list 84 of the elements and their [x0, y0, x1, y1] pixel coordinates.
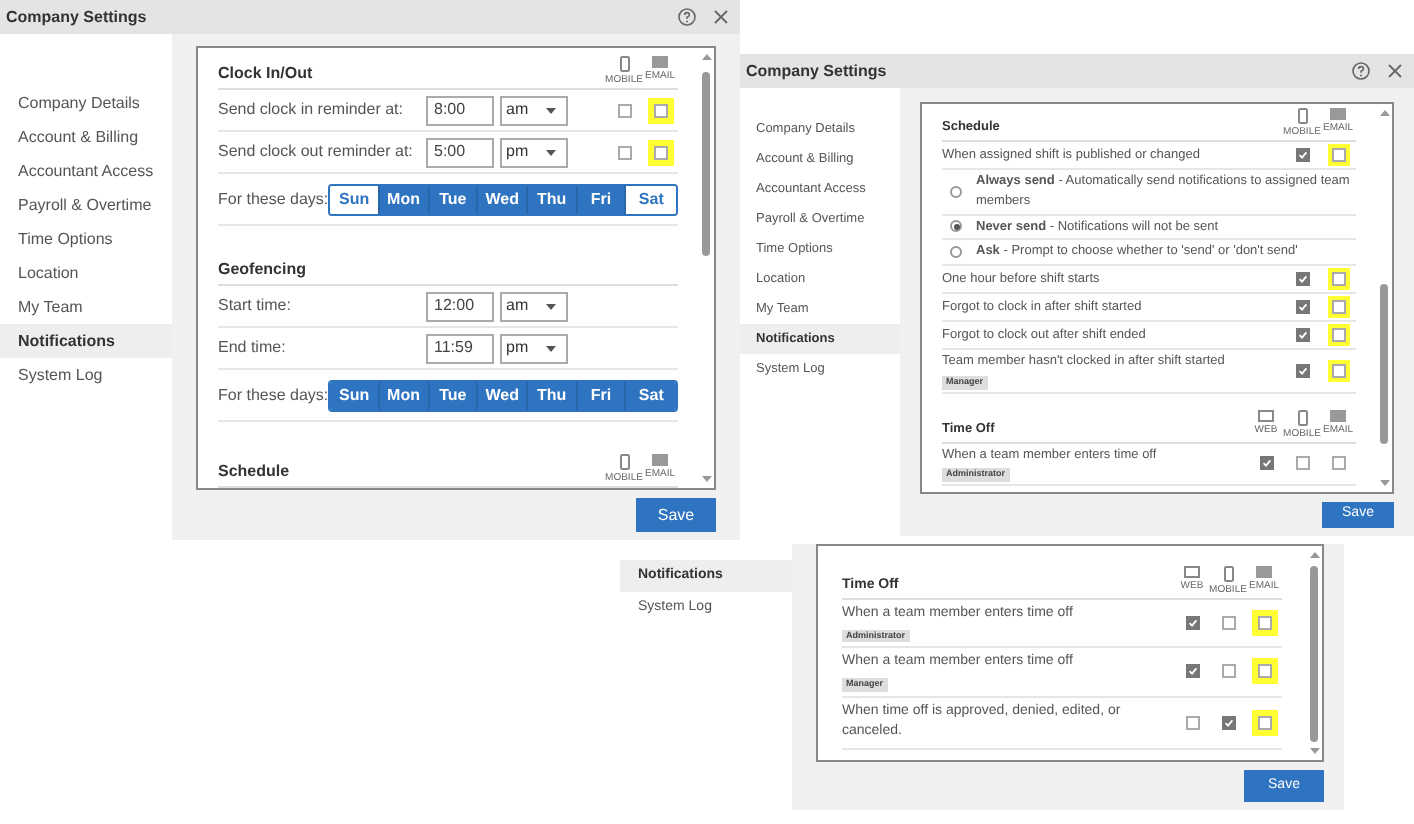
- checkbox[interactable]: [617, 145, 631, 159]
- time-input[interactable]: 8:00: [426, 95, 494, 125]
- scroll-up-icon[interactable]: [701, 54, 711, 60]
- caret-icon: [546, 107, 556, 113]
- checkbox[interactable]: [1221, 715, 1235, 729]
- day-toggle[interactable]: Thu: [527, 381, 578, 409]
- sidebar-item[interactable]: Payroll & Overtime: [0, 188, 172, 222]
- envelope-icon: [1330, 409, 1346, 421]
- day-toggle[interactable]: Wed: [478, 185, 528, 213]
- help-icon[interactable]: [678, 8, 696, 26]
- caret-icon: [546, 149, 556, 155]
- field-label: For these days:: [218, 383, 329, 407]
- field-label: Send clock out reminder at:: [218, 140, 415, 164]
- checkbox[interactable]: [617, 103, 631, 117]
- day-toggle[interactable]: Sun: [330, 381, 380, 409]
- day-toggle[interactable]: Fri: [577, 381, 627, 409]
- sidebar-item[interactable]: Time Options: [0, 222, 172, 256]
- day-toggle[interactable]: Tue: [429, 381, 479, 409]
- time-input[interactable]: 12:00: [426, 291, 494, 321]
- day-toggle[interactable]: Thu: [527, 185, 578, 213]
- scroll-down-icon[interactable]: [701, 476, 711, 482]
- sidebar-item[interactable]: System Log: [0, 358, 172, 392]
- monitor-icon: [1258, 409, 1274, 421]
- day-toggle[interactable]: Mon: [379, 381, 430, 409]
- checkbox[interactable]: [1257, 616, 1271, 631]
- sidebar-item[interactable]: Notifications: [0, 324, 172, 358]
- radio-button[interactable]: [950, 185, 962, 198]
- section-title: Schedule: [218, 460, 290, 484]
- phone-icon: [1223, 566, 1233, 582]
- period-dropdown[interactable]: pm: [500, 333, 568, 363]
- checkbox[interactable]: [1257, 715, 1271, 729]
- section-title: Clock In/Out: [218, 62, 313, 86]
- day-toggle[interactable]: Sun: [330, 185, 380, 213]
- envelope-icon: [652, 454, 668, 466]
- scroll-up-icon[interactable]: [1309, 552, 1319, 558]
- checkbox[interactable]: [1221, 664, 1235, 679]
- caret-icon: [546, 303, 556, 309]
- radio-button[interactable]: [950, 220, 962, 233]
- monitor-icon: [1184, 566, 1200, 578]
- scroll-down-icon[interactable]: [1309, 748, 1319, 754]
- checkbox[interactable]: [653, 145, 667, 159]
- day-toggle[interactable]: Mon: [379, 185, 430, 213]
- sidebar-item[interactable]: Accountant Access: [0, 154, 172, 188]
- phone-icon: [1297, 108, 1307, 124]
- time-input[interactable]: 5:00: [426, 137, 494, 167]
- save-button[interactable]: Save: [636, 498, 716, 532]
- close-icon[interactable]: [1388, 64, 1402, 78]
- envelope-icon: [1330, 108, 1346, 120]
- envelope-icon: [1256, 566, 1272, 578]
- checkbox[interactable]: [1185, 664, 1199, 679]
- section-title: Geofencing: [218, 258, 307, 282]
- sidebar-item[interactable]: Company Details: [0, 86, 172, 120]
- day-toggle[interactable]: Wed: [478, 381, 528, 409]
- phone-icon: [619, 454, 629, 470]
- window-title: Company Settings: [6, 5, 147, 29]
- envelope-icon: [652, 56, 668, 68]
- help-icon[interactable]: [1352, 62, 1370, 80]
- field-label: Start time:: [218, 294, 293, 318]
- checkbox[interactable]: [1185, 715, 1199, 729]
- period-dropdown[interactable]: pm: [500, 137, 568, 167]
- sidebar-item[interactable]: My Team: [0, 290, 172, 324]
- field-label: End time:: [218, 336, 288, 360]
- field-label: Send clock in reminder at:: [218, 98, 405, 122]
- checkbox[interactable]: [1185, 616, 1199, 631]
- day-toggle[interactable]: Tue: [429, 185, 479, 213]
- window-title: Company Settings: [746, 59, 887, 83]
- day-toggle[interactable]: Sat: [626, 381, 676, 409]
- phone-icon: [1297, 409, 1307, 425]
- scroll-down-icon[interactable]: [1379, 480, 1389, 486]
- field-label: For these days:: [218, 187, 329, 211]
- sidebar-item[interactable]: Location: [0, 256, 172, 290]
- radio-button[interactable]: [950, 246, 962, 259]
- phone-icon: [619, 56, 629, 72]
- checkbox[interactable]: [1257, 664, 1271, 679]
- checkbox[interactable]: [1221, 616, 1235, 631]
- checkbox[interactable]: [653, 103, 667, 117]
- period-dropdown[interactable]: am: [500, 95, 568, 125]
- scroll-up-icon[interactable]: [1379, 110, 1389, 116]
- period-dropdown[interactable]: am: [500, 291, 568, 321]
- caret-icon: [546, 345, 556, 351]
- day-toggle[interactable]: Fri: [577, 185, 627, 213]
- time-input[interactable]: 11:59: [426, 333, 494, 363]
- close-icon[interactable]: [714, 10, 728, 24]
- sidebar-item[interactable]: Account & Billing: [0, 120, 172, 154]
